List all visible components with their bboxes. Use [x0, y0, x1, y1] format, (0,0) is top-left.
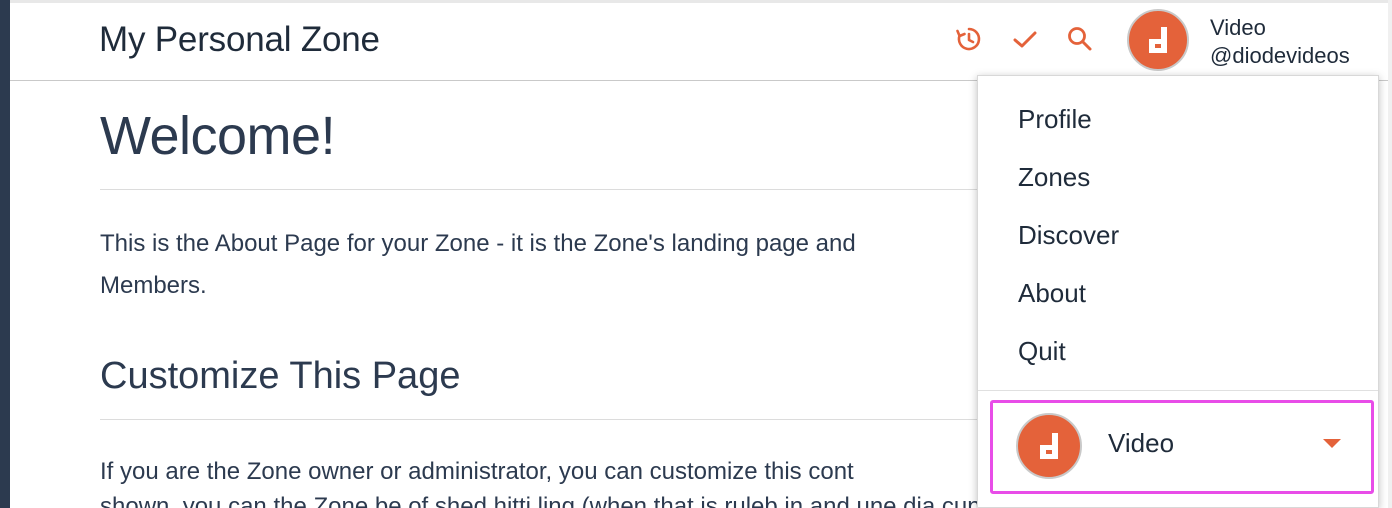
check-icon[interactable] [1010, 24, 1040, 54]
customize-paragraph: If you are the Zone owner or administrat… [100, 458, 854, 485]
customize-paragraph-line-2: shown, you can the Zone be of shed hitti… [100, 493, 980, 508]
page-title: My Personal Zone [99, 20, 380, 59]
menu-item-quit[interactable]: Quit [1018, 336, 1066, 367]
divider [100, 189, 980, 190]
search-icon[interactable] [1065, 24, 1095, 54]
user-info[interactable]: Video @diodevideos [1210, 14, 1350, 70]
history-icon[interactable] [954, 24, 984, 54]
zone-selector-label: Video [1108, 428, 1175, 458]
user-avatar[interactable] [1127, 9, 1189, 71]
welcome-heading: Welcome! [100, 106, 336, 166]
caret-down-icon[interactable] [1323, 439, 1341, 448]
menu-item-discover[interactable]: Discover [1018, 220, 1119, 251]
diode-logo-icon [1149, 27, 1167, 53]
zone-selector[interactable]: Video [990, 400, 1374, 494]
user-handle: @diodevideos [1210, 43, 1350, 68]
user-name: Video [1210, 15, 1266, 40]
menu-item-about[interactable]: About [1018, 278, 1086, 309]
intro-line-2: Members. [100, 272, 207, 299]
app-header: My Personal Zone Video @diodevideos [10, 3, 1388, 81]
left-edge-bar [0, 0, 10, 508]
diode-logo-icon [1040, 433, 1058, 459]
menu-item-zones[interactable]: Zones [1018, 162, 1090, 193]
menu-item-profile[interactable]: Profile [1018, 104, 1092, 135]
scrollbar-track[interactable] [1388, 0, 1392, 508]
customize-heading: Customize This Page [100, 355, 461, 397]
intro-line-1: This is the About Page for your Zone - i… [100, 230, 856, 257]
intro-paragraph: This is the About Page for your Zone - i… [100, 223, 980, 307]
divider [100, 419, 980, 420]
zone-avatar [1016, 413, 1082, 479]
menu-divider [978, 390, 1378, 391]
user-dropdown-menu: Profile Zones Discover About Quit Video [977, 75, 1379, 508]
